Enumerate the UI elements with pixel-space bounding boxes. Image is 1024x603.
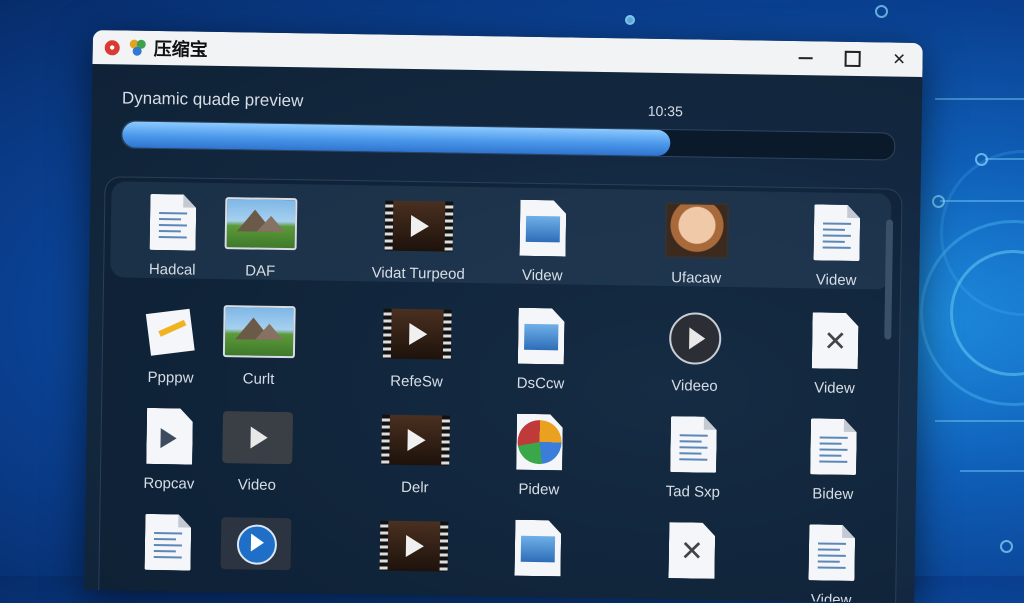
file-grid-item-label: RefeSw	[390, 372, 443, 391]
file-grid-item[interactable]: Videeo	[634, 304, 756, 406]
file-grid-item[interactable]	[195, 509, 317, 603]
file-grid-item-label: Curlt	[242, 370, 275, 388]
file-grid-item-label: Ppppw	[147, 368, 194, 387]
document-icon	[137, 192, 210, 253]
image-file-icon	[506, 198, 579, 259]
image-file-icon	[505, 306, 578, 367]
file-grid-item[interactable]: ✕ Videw	[774, 306, 896, 408]
film-video-icon	[377, 516, 450, 577]
film-video-icon	[381, 304, 454, 365]
close-icon: ✕	[892, 51, 906, 69]
file-grid-item[interactable]	[477, 513, 599, 603]
arrow-document-icon	[133, 406, 206, 467]
blue-play-icon	[219, 513, 292, 574]
file-grid-item[interactable]: Videw	[771, 518, 893, 603]
pie-chart-document-icon	[503, 412, 576, 473]
file-grid-item[interactable]: Bidew	[773, 412, 895, 514]
image-file-icon	[501, 517, 574, 578]
envelope-icon	[135, 300, 208, 361]
document-icon	[795, 522, 868, 583]
file-grid-item-label: Tad Sxp	[665, 483, 721, 501]
image-icon	[222, 301, 296, 362]
file-grid-item-label: Videw	[810, 591, 852, 603]
file-grid-item-label: Ufacaw	[671, 269, 722, 287]
file-grid-item-label: Pidew	[518, 480, 560, 499]
file-grid-item[interactable]: Delr	[355, 405, 477, 507]
file-grid-item[interactable]: DsCcw	[480, 301, 602, 403]
file-grid-item-label: Videw	[814, 379, 855, 398]
file-grid-item[interactable]: Video	[197, 403, 319, 505]
close-document-icon: ✕	[799, 310, 872, 371]
document-icon	[131, 512, 204, 573]
file-grid-item-label: Video	[237, 476, 277, 494]
document-icon	[800, 202, 873, 263]
window-controls: ✕	[781, 41, 923, 77]
minimize-icon	[798, 57, 813, 60]
maximize-button[interactable]	[828, 42, 876, 77]
close-document-icon: ✕	[655, 520, 728, 581]
circle-play-icon	[659, 308, 732, 369]
maximize-icon	[844, 50, 861, 68]
film-video-icon	[382, 196, 455, 257]
film-video-icon	[379, 410, 452, 471]
file-grid-item-label: Ropcav	[143, 474, 195, 493]
document-icon	[657, 414, 730, 475]
video-play-icon	[221, 407, 294, 468]
image-icon	[224, 193, 298, 254]
file-grid-item-label: Delr	[400, 478, 429, 497]
photo-thumbnail-icon	[660, 200, 733, 261]
main-content: Dynamic quade preview 10:35 Hadcal DAF Vid…	[84, 63, 923, 603]
file-grid-item[interactable]: Tad Sxp	[633, 410, 755, 512]
app-window: ● 压缩宝 ✕ Dynamic quade preview 10:35 Hadc…	[84, 30, 923, 603]
app-logo-icon	[129, 39, 146, 56]
time-label: 10:35	[647, 102, 683, 120]
preview-label: Dynamic quade preview	[121, 88, 304, 111]
app-status-icon: ●	[104, 39, 120, 55]
preview-progress-bar[interactable]	[121, 120, 896, 161]
file-grid-item[interactable]: Curlt	[198, 297, 320, 399]
file-grid-item-label: Videw	[521, 266, 563, 285]
file-grid: Hadcal DAF Vidat Turpeod Videw Ufacaw Videw Pp…	[99, 177, 886, 603]
file-grid-item-label: Bidew	[812, 485, 854, 503]
file-grid-item-label: Videw	[815, 271, 857, 290]
file-grid-item-label: Videeo	[671, 377, 718, 395]
file-grid-item-label: DsCcw	[516, 374, 565, 393]
document-icon	[797, 416, 870, 477]
app-title: 压缩宝	[153, 38, 208, 60]
file-grid-item[interactable]: Ufacaw	[636, 196, 758, 298]
file-grid-item[interactable]: Videw	[776, 198, 898, 300]
file-grid-item[interactable]: RefeSw	[356, 299, 478, 401]
file-grid-item-label: Hadcal	[148, 260, 196, 279]
file-grid-item[interactable]	[353, 511, 475, 603]
file-grid-item[interactable]: DAF	[200, 189, 322, 291]
file-grid-item[interactable]: ✕	[631, 516, 753, 603]
minimize-button[interactable]	[781, 41, 829, 76]
close-button[interactable]: ✕	[875, 42, 923, 77]
file-grid-item[interactable]: Vidat Turpeod	[358, 191, 480, 293]
file-grid-item[interactable]: Videw	[482, 193, 604, 295]
file-grid-item-label: DAF	[245, 262, 276, 280]
file-grid-item-label: Vidat Turpeod	[371, 264, 465, 283]
file-grid-panel: Hadcal DAF Vidat Turpeod Videw Ufacaw Videw Pp…	[97, 176, 903, 603]
file-grid-item[interactable]: Pidew	[479, 407, 601, 509]
progress-fill	[122, 121, 671, 157]
